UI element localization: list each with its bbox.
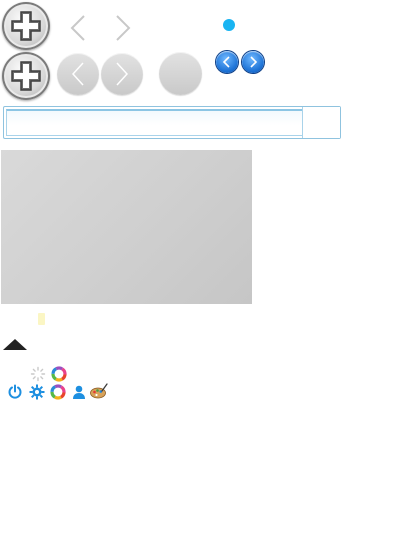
gear-icon[interactable] xyxy=(29,384,45,400)
color-wheel-icon[interactable] xyxy=(50,384,66,400)
marker-icon xyxy=(38,313,45,325)
palette-icon[interactable] xyxy=(90,383,108,399)
search-button[interactable] xyxy=(302,107,340,138)
blue-prev-button[interactable] xyxy=(216,51,238,73)
next-button-round[interactable] xyxy=(101,53,143,95)
chevron-right-icon xyxy=(116,15,131,41)
plus-icon xyxy=(11,11,41,41)
add-button-large[interactable] xyxy=(2,2,50,50)
power-icon[interactable] xyxy=(7,384,23,400)
color-wheel-icon[interactable] xyxy=(51,366,67,382)
status-dot-icon xyxy=(223,19,235,31)
collapse-up-icon[interactable] xyxy=(3,339,27,350)
prev-button-round[interactable] xyxy=(57,53,99,95)
chevron-left-icon xyxy=(70,15,85,41)
user-icon[interactable] xyxy=(71,384,87,400)
blue-arrow-right-icon xyxy=(250,56,258,68)
search-input[interactable] xyxy=(6,109,303,136)
add-button-large-2[interactable] xyxy=(2,52,50,100)
arrow-right-icon xyxy=(116,62,129,86)
blank-round-button[interactable] xyxy=(159,52,202,95)
blue-arrow-left-icon xyxy=(222,56,230,68)
next-button-thin[interactable] xyxy=(113,14,133,47)
content-panel xyxy=(1,150,252,304)
search-bar xyxy=(3,106,341,139)
blue-next-button[interactable] xyxy=(242,51,264,73)
arrow-left-icon xyxy=(71,62,84,86)
plus-icon xyxy=(11,61,41,91)
loading-icon xyxy=(30,366,46,382)
prev-button-thin[interactable] xyxy=(68,14,88,47)
